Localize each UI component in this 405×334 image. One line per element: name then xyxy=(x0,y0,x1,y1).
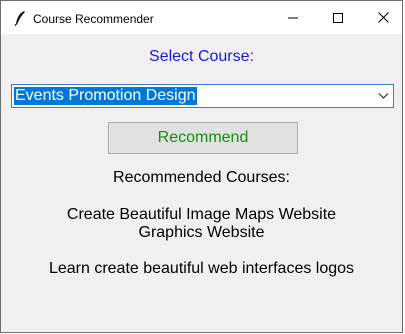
recommendation-line: Create Beautiful Image Maps Website xyxy=(66,206,337,223)
maximize-button[interactable] xyxy=(315,1,361,34)
recommendation-item: Create Beautiful Image Maps Website Grap… xyxy=(1,206,402,242)
recommended-courses-label: Recommended Courses: xyxy=(113,169,290,186)
selected-course-value[interactable]: Events Promotion Design xyxy=(14,87,197,105)
chevron-down-icon[interactable] xyxy=(378,92,389,100)
recommendation-line: Learn create beautiful web interfaces lo… xyxy=(48,260,355,277)
recommendation-line: Graphics Website xyxy=(138,224,265,241)
app-window: Course Recommender Select Course: Events… xyxy=(0,0,403,333)
feather-icon xyxy=(14,11,25,26)
minimize-icon xyxy=(288,17,298,18)
recommendation-item: Learn create beautiful web interfaces lo… xyxy=(1,260,402,278)
close-button[interactable] xyxy=(360,1,405,34)
title-bar[interactable]: Course Recommender xyxy=(1,1,402,34)
recommend-button[interactable]: Recommend xyxy=(108,122,298,154)
course-combobox[interactable]: Events Promotion Design xyxy=(11,84,394,108)
window-title: Course Recommender xyxy=(33,12,154,26)
select-course-label: Select Course: xyxy=(149,48,254,65)
client-area: Select Course: Events Promotion Design R… xyxy=(1,34,402,332)
minimize-button[interactable] xyxy=(270,1,316,34)
maximize-icon xyxy=(333,12,343,23)
close-icon xyxy=(377,12,389,23)
